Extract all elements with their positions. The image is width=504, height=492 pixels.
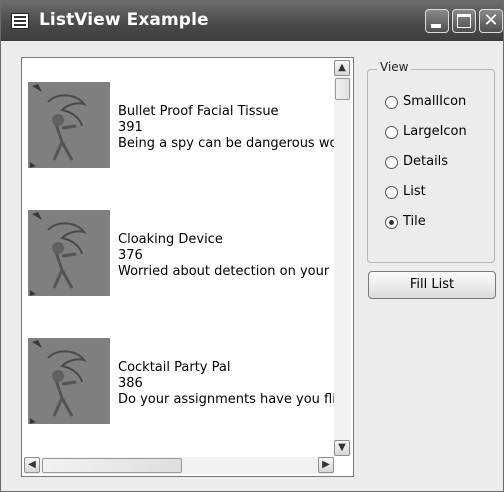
- item-title: Cloaking Device: [118, 232, 223, 247]
- scroll-up-button[interactable]: ▲: [334, 60, 350, 76]
- scroll-down-icon: ▼: [338, 442, 346, 453]
- title-bar[interactable]: ListView Example ✕: [1, 1, 503, 41]
- item-text: Cloaking Device 376 Worried about detect…: [118, 232, 348, 280]
- list-item[interactable]: Bullet Proof Facial Tissue 391 Being a s…: [28, 82, 350, 168]
- list-item[interactable]: Cocktail Party Pal 386 Do your assignmen…: [28, 338, 350, 424]
- maximize-button[interactable]: [452, 9, 476, 33]
- scroll-right-button[interactable]: ▶: [318, 457, 334, 473]
- scroll-left-icon: ◀: [28, 459, 36, 470]
- horizontal-scroll-thumb[interactable]: [42, 458, 182, 473]
- list-view[interactable]: Bullet Proof Facial Tissue 391 Being a s…: [21, 57, 354, 477]
- maximize-icon: [457, 14, 471, 28]
- item-id: 376: [118, 248, 143, 263]
- radio-label: List: [403, 184, 426, 199]
- radio-circle-selected[interactable]: [385, 216, 398, 229]
- item-description: Being a spy can be dangerous work: [118, 136, 351, 151]
- radio-label: Details: [403, 154, 449, 169]
- radio-circle[interactable]: [385, 156, 398, 169]
- radio-circle[interactable]: [385, 186, 398, 199]
- minimize-icon: [431, 24, 441, 28]
- item-id: 391: [118, 120, 143, 135]
- scroll-left-button[interactable]: ◀: [24, 457, 40, 473]
- close-button[interactable]: ✕: [479, 9, 503, 33]
- radio-circle[interactable]: [385, 126, 398, 139]
- scroll-up-icon: ▲: [338, 62, 346, 73]
- product-image: [28, 338, 110, 424]
- item-description: Worried about detection on your cc: [118, 264, 348, 279]
- minimize-button[interactable]: [425, 9, 449, 33]
- vertical-scroll-thumb[interactable]: [335, 78, 350, 100]
- radio-label: LargeIcon: [403, 124, 467, 139]
- item-title: Cocktail Party Pal: [118, 360, 231, 375]
- app-window: ListView Example ✕ Bullet Proof Facial T…: [0, 0, 504, 492]
- vertical-scrollbar[interactable]: ▲ ▼: [334, 60, 351, 456]
- item-title: Bullet Proof Facial Tissue: [118, 104, 279, 119]
- radio-label: SmallIcon: [403, 94, 467, 109]
- list-item[interactable]: Cloaking Device 376 Worried about detect…: [28, 210, 348, 296]
- window-title: ListView Example: [39, 10, 209, 30]
- item-description: Do your assignments have you flitti: [118, 392, 350, 407]
- close-icon: ✕: [483, 10, 499, 31]
- product-image: [28, 210, 110, 296]
- item-text: Cocktail Party Pal 386 Do your assignmen…: [118, 360, 350, 408]
- app-icon[interactable]: [11, 13, 29, 29]
- horizontal-scrollbar[interactable]: ◀ ▶: [24, 457, 334, 474]
- item-text: Bullet Proof Facial Tissue 391 Being a s…: [118, 104, 350, 152]
- radio-circle[interactable]: [385, 96, 398, 109]
- product-image: [28, 82, 110, 168]
- scroll-right-icon: ▶: [322, 459, 330, 470]
- item-id: 386: [118, 376, 143, 391]
- fill-list-button[interactable]: Fill List: [368, 271, 496, 299]
- scroll-down-button[interactable]: ▼: [334, 440, 350, 456]
- view-group-label: View: [377, 60, 412, 74]
- radio-label: Tile: [403, 214, 426, 229]
